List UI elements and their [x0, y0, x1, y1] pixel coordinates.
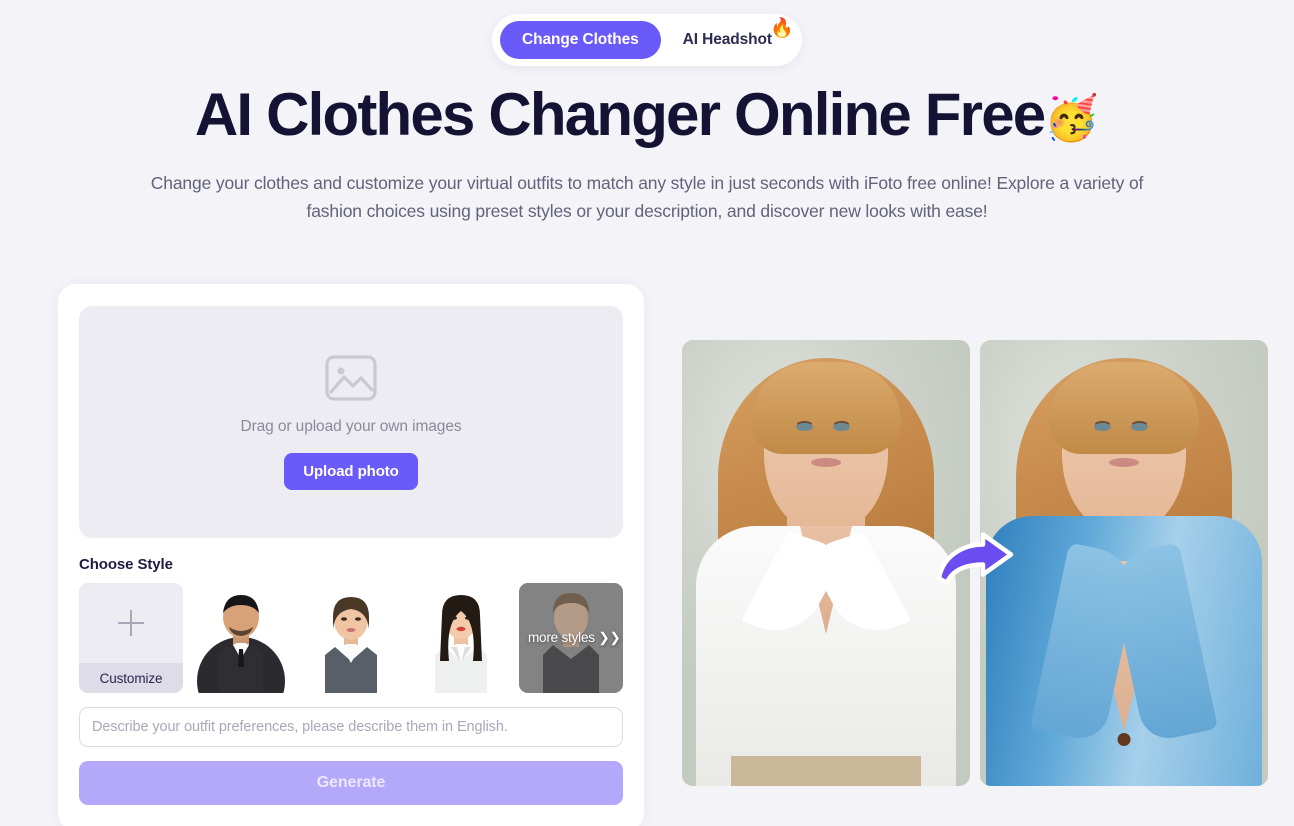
style-card-customize[interactable]: Customize [79, 583, 183, 693]
page-title: AI Clothes Changer Online Free🥳 [0, 82, 1294, 148]
style-card-more-styles-label: more styles ❯❯ [528, 630, 621, 645]
image-placeholder-icon [325, 354, 377, 406]
style-card-man-black-suit[interactable] [189, 583, 293, 693]
preview-after-image [980, 340, 1268, 786]
style-thumbnail-image [299, 583, 403, 693]
customize-icon-area [79, 583, 183, 663]
upload-hint: Drag or upload your own images [240, 417, 462, 435]
preview-before-image [682, 340, 970, 786]
partying-face-icon: 🥳 [1044, 94, 1100, 143]
fire-icon: 🔥 [770, 18, 794, 39]
plus-icon [118, 610, 144, 636]
choose-style-label: Choose Style [79, 556, 173, 573]
upload-photo-button[interactable]: Upload photo [284, 452, 418, 490]
style-card-customize-label: Customize [79, 663, 183, 693]
tab-change-clothes[interactable]: Change Clothes [500, 21, 661, 59]
style-card-woman-grey-suit[interactable] [299, 583, 403, 693]
tab-switcher-container: Change Clothes AI Headshot 🔥 [0, 14, 1294, 66]
tab-switcher: Change Clothes AI Headshot 🔥 [492, 14, 802, 66]
style-list: Customize more styles ❯❯ [79, 583, 623, 693]
style-thumbnail-image [189, 583, 293, 693]
page-subtitle: Change your clothes and customize your v… [150, 173, 1144, 221]
tab-ai-headshot[interactable]: AI Headshot 🔥 [661, 18, 794, 59]
upload-dropzone[interactable]: Drag or upload your own images Upload ph… [79, 306, 623, 538]
tab-ai-headshot-label: AI Headshot [682, 31, 772, 48]
generate-button[interactable]: Generate [79, 761, 623, 805]
preview-section [682, 340, 1268, 786]
hero-section: AI Clothes Changer Online Free🥳 Change y… [0, 82, 1294, 225]
style-thumbnail-image [409, 583, 513, 693]
outfit-description-input[interactable] [79, 707, 623, 747]
page-title-text: AI Clothes Changer Online Free [194, 81, 1046, 148]
main-content: Drag or upload your own images Upload ph… [58, 284, 1268, 826]
tab-change-clothes-label: Change Clothes [522, 31, 639, 48]
style-card-woman-white-shirt[interactable] [409, 583, 513, 693]
style-card-more-styles[interactable]: more styles ❯❯ [519, 583, 623, 693]
editor-panel: Drag or upload your own images Upload ph… [58, 284, 644, 826]
